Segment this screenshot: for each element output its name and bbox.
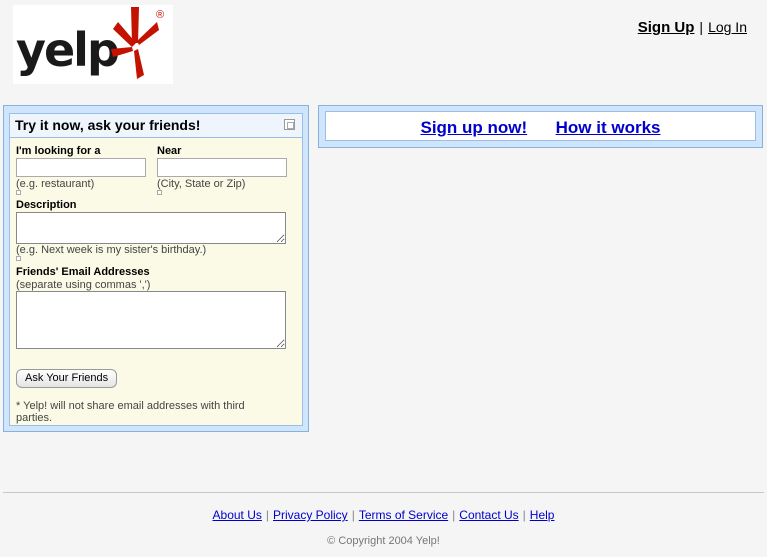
- near-label: Near: [157, 145, 182, 157]
- footer-separator: |: [522, 508, 526, 522]
- logo-burst-icon: [111, 7, 159, 79]
- log-in-link[interactable]: Log In: [708, 19, 747, 35]
- privacy-policy-link[interactable]: Privacy Policy: [273, 508, 348, 522]
- terms-of-service-link[interactable]: Terms of Service: [359, 508, 448, 522]
- privacy-disclaimer: * Yelp! will not share email addresses w…: [16, 400, 245, 424]
- description-textarea[interactable]: [16, 212, 286, 244]
- about-us-link[interactable]: About Us: [213, 508, 262, 522]
- promo-panel: Sign up now! How it works: [318, 105, 763, 148]
- looking-for-input[interactable]: [16, 158, 146, 177]
- description-label: Description: [16, 199, 77, 211]
- resize-mark-icon: [157, 190, 162, 195]
- footer-links: About Us | Privacy Policy | Terms of Service…: [0, 508, 767, 522]
- resize-mark-icon: [16, 190, 21, 195]
- resize-mark-icon: [16, 256, 21, 261]
- footer-separator: |: [452, 508, 456, 522]
- sign-up-link[interactable]: Sign Up: [638, 19, 695, 36]
- header-auth-links: Sign Up | Log In: [638, 19, 747, 36]
- emails-label: Friends' Email Addresses: [16, 266, 150, 278]
- yelp-logo[interactable]: yelp ®: [13, 5, 173, 84]
- registered-mark: ®: [156, 9, 165, 21]
- ask-your-friends-button[interactable]: Ask Your Friends: [16, 369, 118, 388]
- how-it-works-link[interactable]: How it works: [556, 118, 661, 138]
- footer-separator: |: [351, 508, 355, 522]
- description-hint: (e.g. Next week is my sister's birthday.…: [16, 244, 207, 256]
- contact-us-link[interactable]: Contact Us: [459, 508, 518, 522]
- emails-textarea[interactable]: [16, 291, 286, 349]
- help-link[interactable]: Help: [530, 508, 555, 522]
- sign-up-now-link[interactable]: Sign up now!: [420, 118, 527, 138]
- near-hint: (City, State or Zip): [157, 178, 246, 190]
- collapse-icon[interactable]: [284, 119, 295, 130]
- footer-separator: |: [265, 508, 269, 522]
- looking-for-hint: (e.g. restaurant): [16, 178, 95, 190]
- ask-friends-panel: Try it now, ask your friends! I'm lookin…: [3, 105, 309, 432]
- looking-for-label: I'm looking for a: [16, 145, 101, 157]
- panel-title: Try it now, ask your friends!: [15, 117, 201, 133]
- header-separator: |: [699, 19, 704, 35]
- promo-box: Sign up now! How it works: [325, 111, 756, 141]
- copyright-text: © Copyright 2004 Yelp!: [327, 535, 440, 547]
- near-input[interactable]: [157, 158, 287, 177]
- logo-wordmark: yelp: [16, 23, 120, 77]
- emails-sublabel: (separate using commas ','): [16, 279, 151, 291]
- footer-divider: [3, 492, 764, 493]
- panel-title-bar: Try it now, ask your friends!: [10, 114, 302, 138]
- ask-friends-form: Try it now, ask your friends! I'm lookin…: [9, 113, 303, 426]
